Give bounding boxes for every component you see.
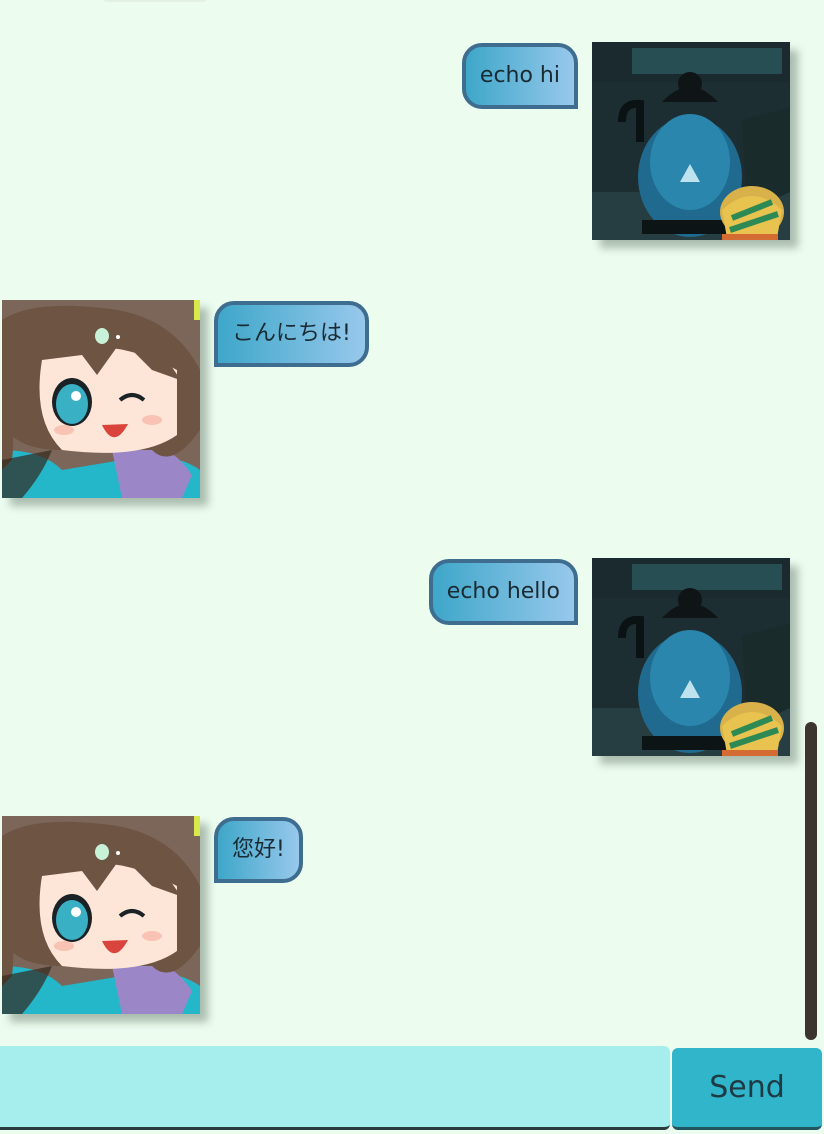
user-message-bubble: echo hello bbox=[428, 559, 578, 625]
bot-avatar-anime-girl bbox=[2, 816, 200, 1014]
user-avatar-kettle bbox=[592, 558, 790, 756]
kettle-photo-image bbox=[592, 42, 790, 240]
anime-girl-image bbox=[2, 816, 200, 1014]
chat-history[interactable]: echo hi こんにちは! echo hello 您好! bbox=[0, 0, 824, 1044]
message-input[interactable] bbox=[0, 1046, 670, 1130]
kettle-photo-image bbox=[592, 558, 790, 756]
user-message-bubble: echo hi bbox=[461, 43, 578, 109]
anime-girl-image bbox=[2, 300, 200, 498]
user-avatar-kettle bbox=[592, 42, 790, 240]
bot-message-bubble: こんにちは! bbox=[214, 301, 369, 367]
chat-app: echo hi こんにちは! echo hello 您好! Send bbox=[0, 0, 824, 1134]
chat-scrollbar[interactable] bbox=[805, 722, 817, 1040]
bot-avatar-anime-girl bbox=[2, 300, 200, 498]
previous-message-fragment bbox=[100, 0, 210, 2]
send-button[interactable]: Send bbox=[672, 1048, 822, 1130]
bot-message-bubble: 您好! bbox=[214, 817, 303, 883]
message-input-bar: Send bbox=[0, 1044, 824, 1134]
